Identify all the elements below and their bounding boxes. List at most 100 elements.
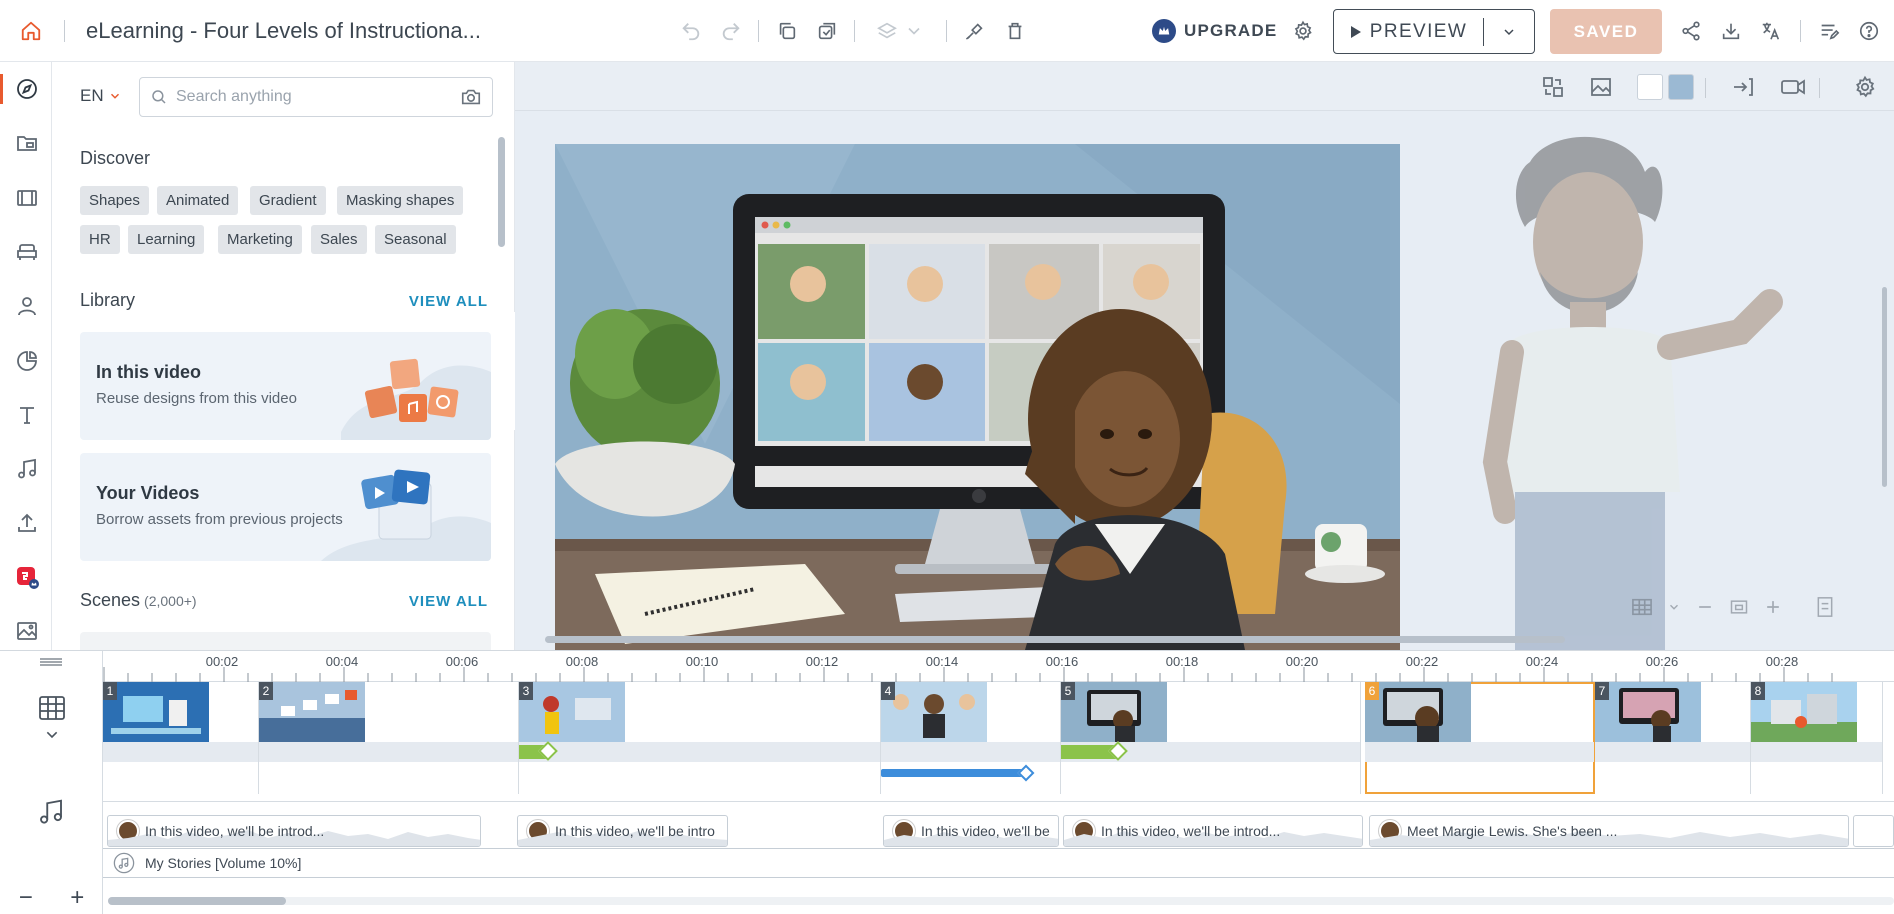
chevron-down-icon <box>110 93 119 99</box>
script-button[interactable] <box>1812 0 1846 62</box>
swap-button[interactable] <box>1537 72 1569 102</box>
rail-item-upload[interactable] <box>8 504 46 542</box>
color-swatch-white[interactable] <box>1637 74 1663 100</box>
scenes-grid-icon[interactable] <box>38 695 66 721</box>
rail-item-brand[interactable] <box>8 558 46 596</box>
voiceover-text: In this video, we'll be <box>921 823 1050 839</box>
chip-shapes[interactable]: Shapes <box>80 186 149 215</box>
help-button[interactable] <box>1852 0 1886 62</box>
chip-sales[interactable]: Sales <box>311 225 367 254</box>
motion-path-bar[interactable] <box>881 769 1026 777</box>
chip-learning[interactable]: Learning <box>128 225 205 254</box>
rail-item-images[interactable] <box>8 612 46 650</box>
time-ruler[interactable]: 00:02 00:04 00:06 00:08 00:10 00:12 00:1… <box>103 651 1894 682</box>
preview-button[interactable]: PREVIEW <box>1334 10 1483 53</box>
canvas-toolbar <box>515 62 1894 111</box>
scene-thumbnail-placeholder[interactable] <box>80 632 491 650</box>
settings-button[interactable] <box>1286 0 1320 62</box>
scene-clip-2[interactable]: 2 <box>259 682 519 794</box>
offstage-character-man[interactable] <box>1470 132 1800 650</box>
scene-clip-4[interactable]: 4 <box>881 682 1061 794</box>
keyframe-handle[interactable] <box>1017 764 1035 782</box>
camera-icon[interactable] <box>460 86 482 108</box>
preview-options-button[interactable] <box>1484 10 1534 53</box>
voiceover-clip-4[interactable]: In this video, we'll be introd... <box>1063 815 1363 847</box>
chip-animated[interactable]: Animated <box>157 186 239 215</box>
drag-handle-icon[interactable] <box>40 657 62 667</box>
tick-label: 00:28 <box>1765 654 1799 669</box>
rail-item-audio[interactable] <box>8 450 46 488</box>
scrollbar-thumb[interactable] <box>108 897 286 905</box>
scene-clip-1[interactable]: 1 <box>103 682 259 794</box>
upgrade-button[interactable]: UPGRADE <box>1152 17 1277 45</box>
timeline-zoom-out-button[interactable]: − <box>19 884 33 912</box>
rail-item-charts[interactable] <box>8 342 46 380</box>
panel-scrollbar[interactable] <box>498 137 505 247</box>
brand-icon <box>17 567 39 589</box>
panel-toggle-icon[interactable] <box>1815 596 1835 618</box>
scene-clip-7[interactable]: 7 <box>1595 682 1751 794</box>
chip-seasonal[interactable]: Seasonal <box>375 225 456 254</box>
voiceover-clip-3[interactable]: In this video, we'll be <box>883 815 1059 847</box>
copy-button[interactable] <box>770 0 804 62</box>
undo-button[interactable] <box>674 0 708 62</box>
rail-item-characters[interactable] <box>8 287 46 325</box>
voiceover-clip-6[interactable] <box>1853 815 1894 847</box>
redo-button[interactable] <box>714 0 748 62</box>
music-icon[interactable] <box>36 797 66 827</box>
music-track[interactable]: My Stories [Volume 10%] <box>103 848 1894 878</box>
scenes-view-all-link[interactable]: VIEW ALL <box>409 593 488 610</box>
canvas-vertical-scrollbar[interactable] <box>1882 287 1887 487</box>
library-view-all-link[interactable]: VIEW ALL <box>409 293 488 310</box>
share-button[interactable] <box>1674 0 1708 62</box>
card-your-videos[interactable]: Your Videos Borrow assets from previous … <box>80 453 491 561</box>
upload-icon <box>18 513 36 532</box>
camera-button[interactable] <box>1777 72 1809 102</box>
scene-number: 2 <box>259 682 273 700</box>
rail-item-scenes[interactable] <box>8 179 46 217</box>
background-image-button[interactable] <box>1585 72 1617 102</box>
chip-masking-shapes[interactable]: Masking shapes <box>337 186 464 215</box>
color-swatch-blue[interactable] <box>1668 74 1694 100</box>
download-button[interactable] <box>1714 0 1748 62</box>
timeline-zoom-in-button[interactable]: + <box>70 884 84 912</box>
voiceover-clip-1[interactable]: In this video, we'll be introd... <box>107 815 481 847</box>
voiceover-clip-5[interactable]: Meet Margie Lewis. She's been ... <box>1369 815 1849 847</box>
rail-item-props[interactable] <box>8 233 46 271</box>
canvas-settings-button[interactable] <box>1849 72 1881 102</box>
scene-clip-3[interactable]: 3 <box>519 682 881 794</box>
saved-button[interactable]: SAVED <box>1550 9 1662 54</box>
fit-screen-icon[interactable] <box>1729 597 1749 617</box>
rail-item-text[interactable] <box>8 396 46 434</box>
zoom-out-icon[interactable] <box>1695 597 1715 617</box>
rail-item-discover[interactable] <box>8 70 46 108</box>
chip-marketing[interactable]: Marketing <box>218 225 302 254</box>
scenes-title: Scenes (2,000+) <box>80 590 197 611</box>
home-button[interactable] <box>14 0 48 62</box>
canvas-horizontal-scrollbar[interactable] <box>545 636 1565 643</box>
scene-clip-8[interactable]: 8 <box>1751 682 1883 794</box>
rail-item-media[interactable] <box>8 124 46 162</box>
chip-hr[interactable]: HR <box>80 225 120 254</box>
chevron-down-icon[interactable] <box>44 729 60 741</box>
delete-button[interactable] <box>998 0 1032 62</box>
chip-gradient[interactable]: Gradient <box>250 186 326 215</box>
chevron-down-icon[interactable] <box>1667 600 1681 614</box>
zoom-in-icon[interactable] <box>1763 597 1783 617</box>
scene-stage[interactable] <box>555 144 1400 650</box>
card-in-this-video[interactable]: In this video Reuse designs from this vi… <box>80 332 491 440</box>
scene-clip-5[interactable]: 5 <box>1061 682 1361 794</box>
language-selector[interactable]: EN <box>80 86 122 106</box>
grid-icon[interactable] <box>1631 597 1653 617</box>
enter-button[interactable] <box>1727 72 1759 102</box>
scene-thumbnail <box>103 682 209 742</box>
voiceover-clip-2[interactable]: In this video, we'll be intro <box>517 815 728 847</box>
layers-button[interactable] <box>870 0 924 62</box>
paint-button[interactable] <box>958 0 992 62</box>
search-input[interactable] <box>176 88 452 106</box>
translate-button[interactable] <box>1754 0 1788 62</box>
scene-clip-6[interactable]: 6 <box>1365 682 1595 794</box>
duplicate-button[interactable] <box>810 0 844 62</box>
document-title[interactable]: eLearning - Four Levels of Instructiona.… <box>86 18 481 44</box>
timeline-horizontal-scrollbar[interactable] <box>108 897 1894 905</box>
